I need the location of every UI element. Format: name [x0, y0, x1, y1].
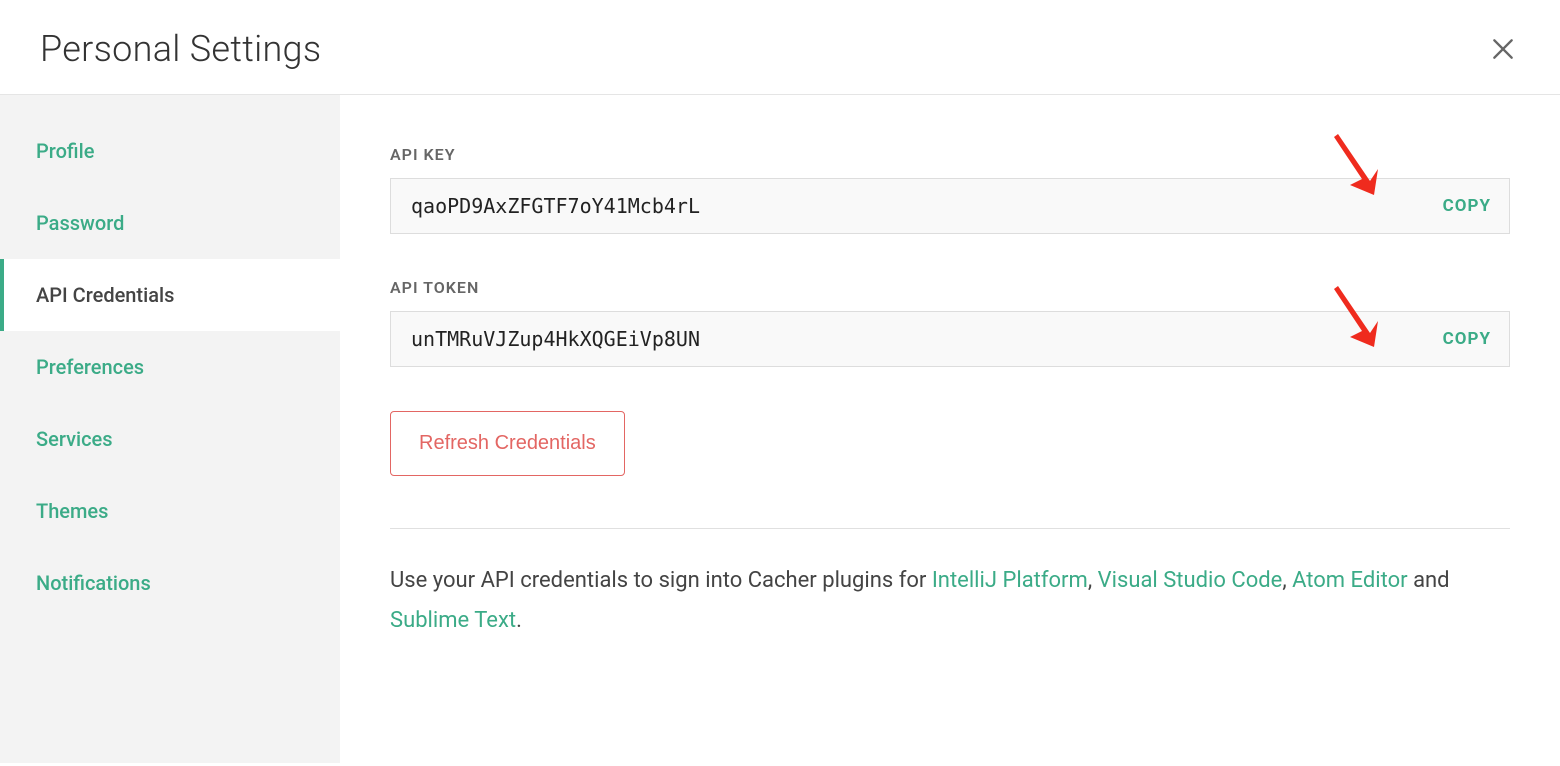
separator: and	[1408, 568, 1450, 593]
sidebar-item-password[interactable]: Password	[0, 187, 340, 259]
sidebar-item-preferences[interactable]: Preferences	[0, 331, 340, 403]
page-title: Personal Settings	[40, 28, 321, 70]
settings-sidebar: Profile Password API Credentials Prefere…	[0, 95, 340, 763]
api-token-value[interactable]: unTMRuVJZup4HkXQGEiVp8UN	[391, 327, 1425, 351]
settings-main: API KEY qaoPD9AxZFGTF7oY41Mcb4rL COPY AP…	[340, 95, 1560, 763]
separator: ,	[1282, 568, 1292, 593]
help-text-prefix: Use your API credentials to sign into Ca…	[390, 568, 932, 593]
link-sublime[interactable]: Sublime Text	[390, 608, 516, 633]
link-intellij[interactable]: IntelliJ Platform	[932, 568, 1088, 593]
close-button[interactable]	[1486, 32, 1520, 66]
settings-header: Personal Settings	[0, 0, 1560, 95]
help-text: Use your API credentials to sign into Ca…	[390, 561, 1510, 640]
link-vscode[interactable]: Visual Studio Code	[1098, 568, 1283, 593]
api-key-row: qaoPD9AxZFGTF7oY41Mcb4rL COPY	[390, 178, 1510, 234]
separator: ,	[1088, 568, 1098, 593]
sidebar-item-themes[interactable]: Themes	[0, 475, 340, 547]
close-icon	[1490, 36, 1516, 62]
sidebar-item-label: Services	[36, 427, 113, 451]
sidebar-item-services[interactable]: Services	[0, 403, 340, 475]
section-divider	[390, 528, 1510, 529]
sidebar-item-label: Profile	[36, 139, 94, 163]
sidebar-item-api-credentials[interactable]: API Credentials	[0, 259, 340, 331]
api-token-label: API TOKEN	[390, 278, 1510, 297]
sidebar-item-label: API Credentials	[36, 283, 174, 307]
sidebar-item-profile[interactable]: Profile	[0, 115, 340, 187]
copy-api-token-button[interactable]: COPY	[1425, 312, 1509, 366]
api-key-value[interactable]: qaoPD9AxZFGTF7oY41Mcb4rL	[391, 194, 1425, 218]
separator: .	[516, 608, 522, 633]
api-token-row: unTMRuVJZup4HkXQGEiVp8UN COPY	[390, 311, 1510, 367]
api-key-label: API KEY	[390, 145, 1510, 164]
sidebar-item-label: Notifications	[36, 571, 151, 595]
copy-api-key-button[interactable]: COPY	[1425, 179, 1509, 233]
refresh-credentials-button[interactable]: Refresh Credentials	[390, 411, 625, 476]
link-atom[interactable]: Atom Editor	[1292, 568, 1408, 593]
sidebar-item-label: Password	[36, 211, 124, 235]
sidebar-item-notifications[interactable]: Notifications	[0, 547, 340, 619]
sidebar-item-label: Preferences	[36, 355, 144, 379]
sidebar-item-label: Themes	[36, 499, 108, 523]
